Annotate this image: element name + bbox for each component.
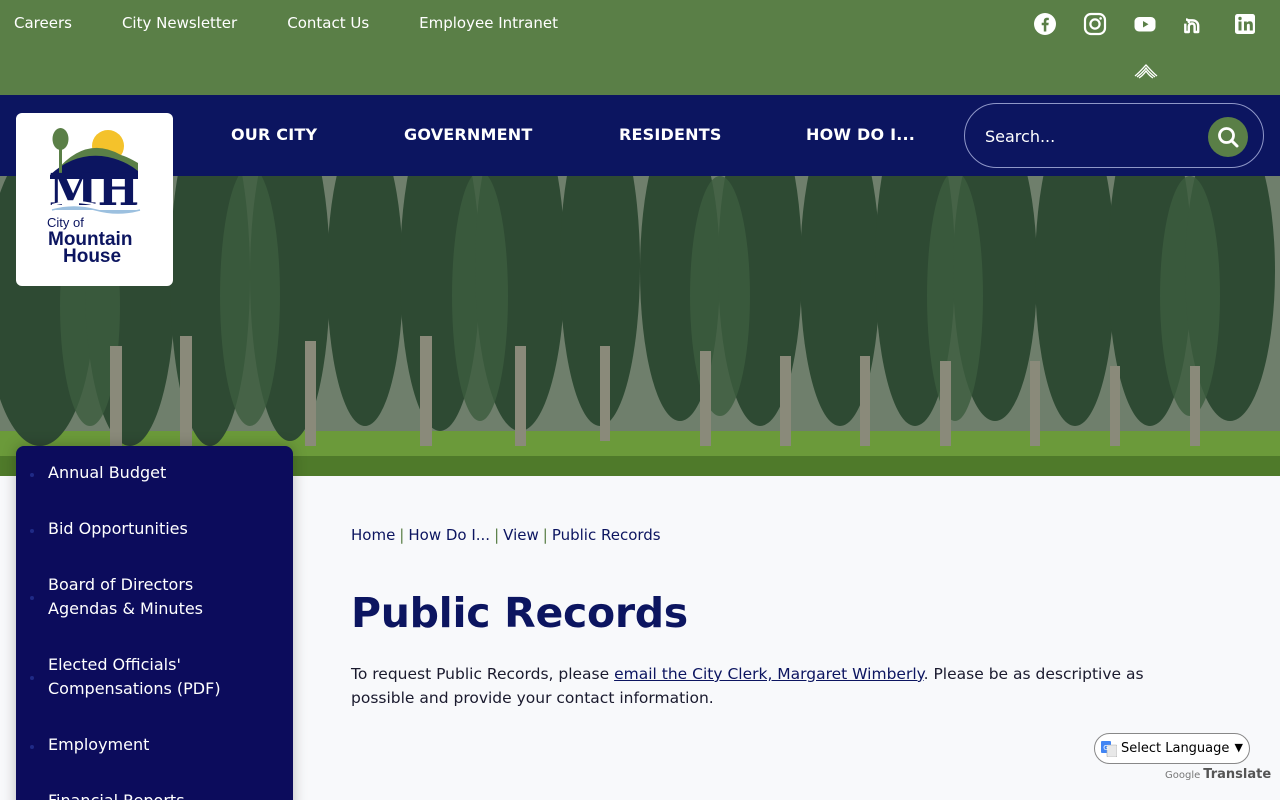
- breadcrumb-how-do-i[interactable]: How Do I...: [408, 526, 490, 544]
- sidebar-item-employment[interactable]: Employment: [48, 733, 278, 757]
- logo-line1: City of: [47, 215, 84, 230]
- search-button[interactable]: [1208, 117, 1248, 157]
- city-logo[interactable]: MH City of Mountain House: [16, 113, 173, 286]
- youtube-icon[interactable]: [1132, 11, 1158, 37]
- logo-line3: House: [63, 246, 121, 267]
- linkedin-icon[interactable]: [1232, 11, 1258, 37]
- instagram-icon[interactable]: [1082, 11, 1108, 37]
- search-box: [964, 103, 1264, 168]
- breadcrumb-separator: |: [494, 526, 500, 544]
- page-body-text: To request Public Records, please email …: [351, 662, 1181, 710]
- bullet-icon: [30, 596, 34, 600]
- breadcrumb-home[interactable]: Home: [351, 526, 395, 544]
- google-wordmark: Google: [1165, 770, 1201, 781]
- sidebar-item-elected-officials[interactable]: Elected Officials' Compensations (PDF): [48, 653, 238, 701]
- employee-intranet-link[interactable]: Employee Intranet: [419, 13, 558, 33]
- language-select[interactable]: G Select Language ▼: [1094, 733, 1250, 764]
- sidebar-item-financial-reports[interactable]: Financial Reports: [48, 789, 278, 800]
- sidebar-item-bid-opportunities[interactable]: Bid Opportunities: [48, 517, 278, 541]
- search-icon: [1218, 127, 1239, 148]
- breadcrumb: Home | How Do I... | View | Public Records: [351, 525, 661, 545]
- nav-our-city[interactable]: OUR CITY: [231, 125, 317, 145]
- bullet-icon: [30, 745, 34, 749]
- cypress-trees-image: [0, 176, 1280, 476]
- body-text-intro: To request Public Records, please: [351, 665, 615, 683]
- hero-banner: [0, 176, 1280, 476]
- mountain-house-logo-icon: MH City of Mountain House: [47, 128, 141, 267]
- sidebar-item-board-of-directors[interactable]: Board of Directors Agendas & Minutes: [48, 573, 218, 621]
- breadcrumb-current: Public Records: [551, 526, 661, 544]
- breadcrumb-separator: |: [399, 526, 405, 544]
- main-navigation: OUR CITY GOVERNMENT RESIDENTS HOW DO I..…: [0, 95, 1280, 176]
- bullet-icon: [30, 676, 34, 680]
- chevron-down-icon: ▼: [1234, 741, 1243, 754]
- nav-residents[interactable]: RESIDENTS: [619, 125, 722, 145]
- nextdoor-icon[interactable]: [1182, 11, 1208, 37]
- search-input[interactable]: [985, 124, 1195, 148]
- translate-wordmark: Translate: [1203, 767, 1272, 782]
- language-select-label: Select Language: [1121, 741, 1230, 756]
- page-title: Public Records: [351, 589, 688, 637]
- nav-government[interactable]: GOVERNMENT: [404, 125, 532, 145]
- city-newsletter-link[interactable]: City Newsletter: [122, 13, 237, 33]
- bullet-icon: [30, 473, 34, 477]
- facebook-icon[interactable]: [1032, 11, 1058, 37]
- utility-links: Careers City Newsletter Contact Us Emplo…: [14, 13, 608, 33]
- wing-logo-icon[interactable]: [1134, 62, 1158, 82]
- breadcrumb-view[interactable]: View: [503, 526, 539, 544]
- svg-text:G: G: [1103, 744, 1108, 752]
- careers-link[interactable]: Careers: [14, 13, 72, 33]
- social-links: [1008, 11, 1258, 37]
- breadcrumb-separator: |: [542, 526, 548, 544]
- side-menu: Annual Budget Bid Opportunities Board of…: [16, 446, 293, 800]
- bullet-icon: [30, 529, 34, 533]
- email-city-clerk-link[interactable]: email the City Clerk, Margaret Wimberly: [614, 665, 924, 683]
- google-translate-icon: G: [1101, 740, 1117, 757]
- powered-by-google-translate: Google Translate: [1165, 767, 1271, 782]
- nav-how-do-i[interactable]: HOW DO I...: [806, 125, 915, 145]
- contact-us-link[interactable]: Contact Us: [287, 13, 369, 33]
- utility-bar: Careers City Newsletter Contact Us Emplo…: [0, 0, 1280, 95]
- sidebar-item-annual-budget[interactable]: Annual Budget: [48, 461, 278, 485]
